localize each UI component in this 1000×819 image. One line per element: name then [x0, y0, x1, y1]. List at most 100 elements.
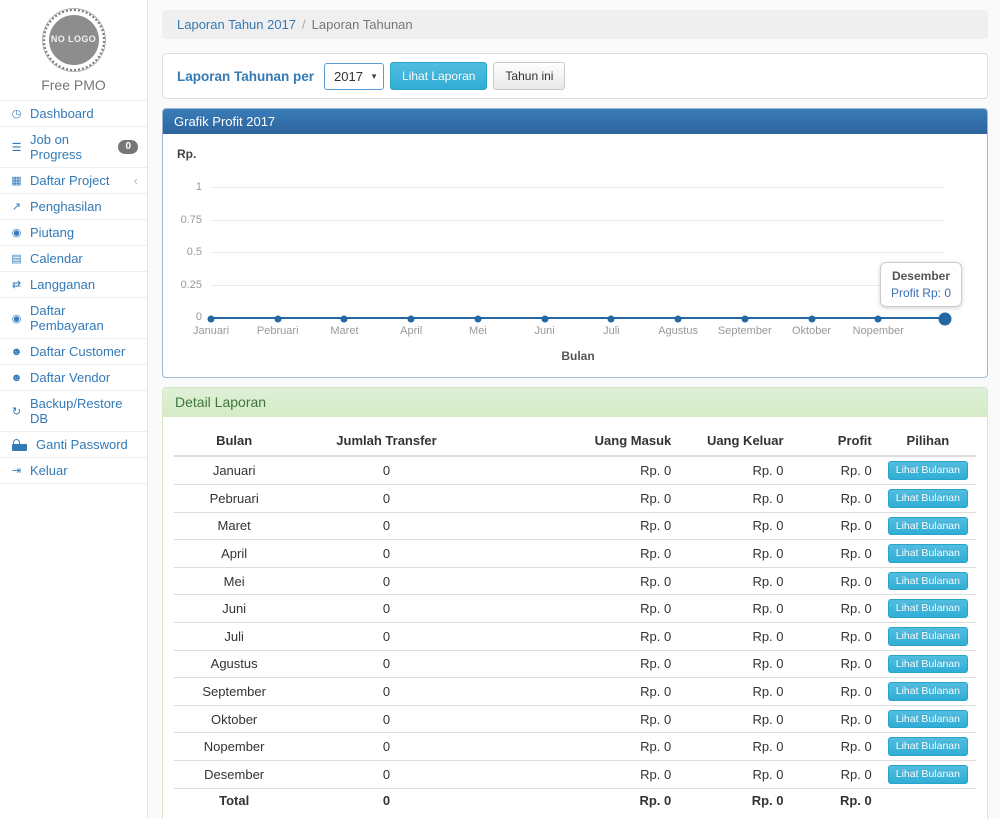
lihat-bulanan-button[interactable]: Lihat Bulanan: [888, 489, 968, 508]
cell-profit: Rp. 0: [792, 678, 880, 706]
cell-bulan: Agustus: [174, 650, 294, 678]
x-axis-labels: JanuariPebruariMaretAprilMeiJuniJuliAgus…: [211, 325, 945, 340]
cell-uang_masuk: Rp. 0: [479, 705, 680, 733]
x-tick-label: Juli: [603, 325, 620, 337]
cell-pilihan: Lihat Bulanan: [880, 512, 976, 540]
lihat-bulanan-button[interactable]: Lihat Bulanan: [888, 682, 968, 701]
cell-uang_masuk: Rp. 0: [479, 733, 680, 761]
table-header-row: BulanJumlah TransferUang MasukUang Kelua…: [174, 429, 976, 456]
lihat-bulanan-button[interactable]: Lihat Bulanan: [888, 517, 968, 536]
sidebar-item-daftar-customer[interactable]: ☻Daftar Customer: [0, 339, 147, 365]
sidebar: NO LOGO Free PMO ◷Dashboard☰Job on Progr…: [0, 0, 148, 819]
cell-pilihan: Lihat Bulanan: [880, 484, 976, 512]
dashboard-icon: ◷: [9, 107, 24, 120]
table-row: Desember0Rp. 0Rp. 0Rp. 0Lihat Bulanan: [174, 760, 976, 788]
sidebar-item-label: Penghasilan: [30, 199, 102, 214]
data-point-september[interactable]: [741, 316, 748, 323]
sidebar-item-ganti-password[interactable]: Ganti Password: [0, 432, 147, 458]
lihat-bulanan-button[interactable]: Lihat Bulanan: [888, 599, 968, 618]
lihat-bulanan-button[interactable]: Lihat Bulanan: [888, 765, 968, 784]
cell-pilihan: [880, 788, 976, 812]
sidebar-item-label: Langganan: [30, 277, 95, 292]
sidebar-item-daftar-pembayaran[interactable]: ◉ Daftar Pembayaran: [0, 298, 147, 339]
y-tick-label: 0.25: [181, 279, 202, 291]
cell-bulan: Desember: [174, 760, 294, 788]
cell-jumlah_transfer: 0: [294, 456, 478, 484]
cell-jumlah_transfer: 0: [294, 760, 478, 788]
lihat-bulanan-button[interactable]: Lihat Bulanan: [888, 737, 968, 756]
lihat-bulanan-button[interactable]: Lihat Bulanan: [888, 627, 968, 646]
sidebar-item-piutang[interactable]: ◉Piutang: [0, 220, 147, 246]
lihat-bulanan-button[interactable]: Lihat Bulanan: [888, 544, 968, 563]
sidebar-item-label: Keluar: [30, 463, 68, 478]
lihat-laporan-button[interactable]: Lihat Laporan: [390, 62, 487, 90]
sidebar-item-label: Daftar Pembayaran: [30, 303, 138, 333]
sidebar-item-label: Ganti Password: [36, 437, 128, 452]
table-row: Januari0Rp. 0Rp. 0Rp. 0Lihat Bulanan: [174, 456, 976, 484]
table-row: April0Rp. 0Rp. 0Rp. 0Lihat Bulanan: [174, 540, 976, 568]
cell-uang_keluar: Rp. 0: [679, 678, 791, 706]
sidebar-item-penghasilan[interactable]: ↗Penghasilan: [0, 194, 147, 220]
breadcrumb: Laporan Tahun 2017/Laporan Tahunan: [162, 10, 988, 39]
data-point-maret[interactable]: [341, 316, 348, 323]
lihat-bulanan-button[interactable]: Lihat Bulanan: [888, 710, 968, 729]
sidebar-item-dashboard[interactable]: ◷Dashboard: [0, 101, 147, 127]
tahun-ini-button[interactable]: Tahun ini: [493, 62, 565, 90]
year-select[interactable]: 2017: [324, 63, 384, 90]
column-header-uang-keluar: Uang Keluar: [679, 429, 791, 456]
sidebar-item-keluar[interactable]: ⇥Keluar: [0, 458, 147, 484]
cell-bulan: September: [174, 678, 294, 706]
gridline: 0.5: [211, 252, 945, 253]
sidebar-item-langganan[interactable]: ⇄ Langganan: [0, 272, 147, 298]
cell-uang_keluar: Rp. 0: [679, 512, 791, 540]
cell-uang_keluar: Rp. 0: [679, 595, 791, 623]
gridline: 1: [211, 187, 945, 188]
sidebar-item-job-on-progress[interactable]: ☰Job on Progress0: [0, 127, 147, 168]
y-tick-label: 1: [196, 181, 202, 193]
data-point-desember[interactable]: [939, 313, 952, 326]
data-point-agustus[interactable]: [675, 316, 682, 323]
lihat-bulanan-button[interactable]: Lihat Bulanan: [888, 655, 968, 674]
lihat-bulanan-button[interactable]: Lihat Bulanan: [888, 461, 968, 480]
column-header-profit: Profit: [792, 429, 880, 456]
sidebar-item-daftar-vendor[interactable]: ☻Daftar Vendor: [0, 365, 147, 391]
y-axis-title: Rp.: [177, 147, 967, 161]
cell-pilihan: Lihat Bulanan: [880, 456, 976, 484]
x-tick-label: Maret: [330, 325, 358, 337]
cell-uang_keluar: Rp. 0: [679, 760, 791, 788]
cell-pilihan: Lihat Bulanan: [880, 540, 976, 568]
tooltip-title: Desember: [891, 269, 951, 283]
x-tick-label: Pebruari: [257, 325, 299, 337]
data-point-juli[interactable]: [608, 316, 615, 323]
column-header-bulan: Bulan: [174, 429, 294, 456]
chevron-left-icon: ‹: [134, 174, 138, 187]
tasks-icon: ☰: [9, 141, 24, 154]
breadcrumb-current: Laporan Tahunan: [312, 17, 413, 32]
data-point-oktober[interactable]: [808, 316, 815, 323]
breadcrumb-link[interactable]: Laporan Tahun 2017: [177, 17, 296, 32]
money-icon: ◉: [9, 312, 24, 325]
gridline: 0.25: [211, 285, 945, 286]
cell-profit: Rp. 0: [792, 733, 880, 761]
data-point-juni[interactable]: [541, 316, 548, 323]
sidebar-item-daftar-project[interactable]: ▦Daftar Project‹: [0, 168, 147, 194]
cell-jumlah_transfer: 0: [294, 484, 478, 512]
cell-profit: Rp. 0: [792, 512, 880, 540]
cell-uang_masuk: Rp. 0: [479, 456, 680, 484]
sidebar-menu: ◷Dashboard☰Job on Progress0▦Daftar Proje…: [0, 100, 147, 484]
data-point-april[interactable]: [408, 316, 415, 323]
data-point-januari[interactable]: [208, 316, 215, 323]
sidebar-item-calendar[interactable]: ▤Calendar: [0, 246, 147, 272]
cell-pilihan: Lihat Bulanan: [880, 622, 976, 650]
sidebar-item-backup-restore-db[interactable]: ↻Backup/Restore DB: [0, 391, 147, 432]
cell-uang_keluar: Rp. 0: [679, 484, 791, 512]
x-tick-label: April: [400, 325, 422, 337]
cell-jumlah_transfer: 0: [294, 678, 478, 706]
retweet-icon: ⇄: [9, 278, 24, 291]
lihat-bulanan-button[interactable]: Lihat Bulanan: [888, 572, 968, 591]
data-point-mei[interactable]: [474, 316, 481, 323]
brand-name: Free PMO: [0, 77, 147, 93]
cell-uang_masuk: Rp. 0: [479, 484, 680, 512]
data-point-nopember[interactable]: [875, 316, 882, 323]
data-point-pebruari[interactable]: [274, 316, 281, 323]
